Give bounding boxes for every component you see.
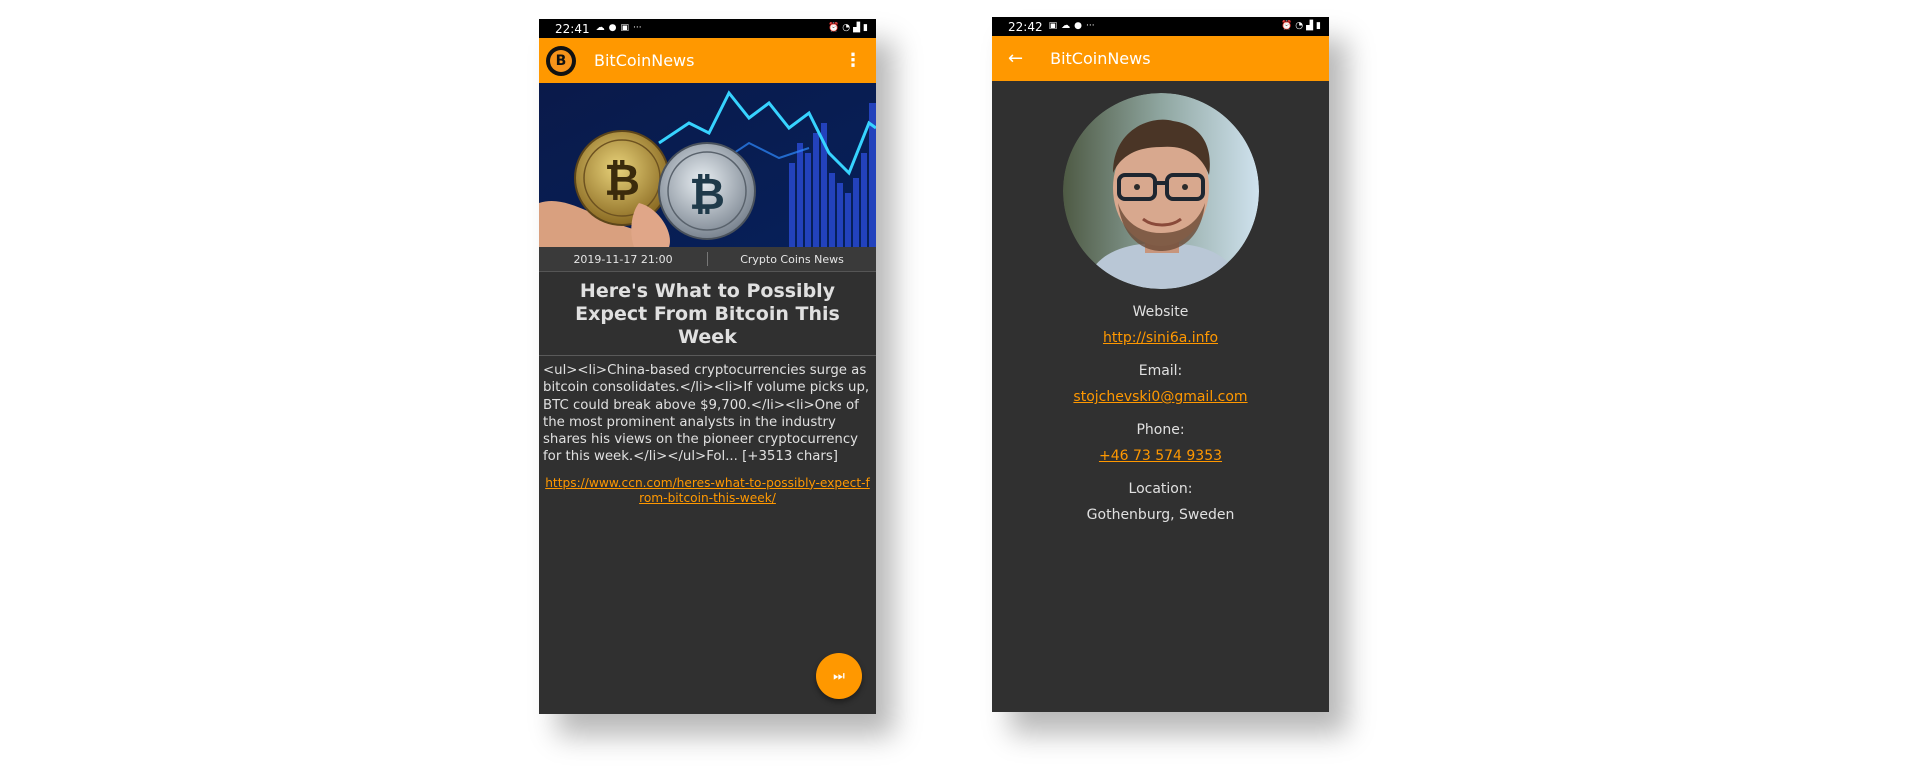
alarm-icon: ⏰ bbox=[828, 23, 840, 33]
alarm-icon: ⏰ bbox=[1281, 21, 1293, 31]
more-vert-icon[interactable]: ⋮ bbox=[844, 50, 862, 71]
status-time: 22:42 bbox=[1008, 19, 1043, 34]
logo-letter: B bbox=[550, 49, 572, 72]
app-title: BitCoinNews bbox=[594, 51, 695, 70]
signal-icon: ▟ bbox=[1306, 21, 1314, 31]
arrow-back-icon[interactable]: ← bbox=[1008, 48, 1023, 69]
app-bar: B BitCoinNews ⋮ bbox=[539, 38, 876, 83]
signal-icon: ▟ bbox=[853, 23, 861, 33]
wifi-icon: ◔ bbox=[1295, 21, 1304, 31]
more-notifications-icon: ··· bbox=[1085, 21, 1095, 31]
cloud-icon: ☁ bbox=[595, 23, 605, 33]
skip-next-button[interactable]: ⏭ bbox=[816, 653, 862, 699]
avatar-container bbox=[992, 93, 1329, 289]
image-icon: ▣ bbox=[1048, 21, 1058, 31]
cloud-icon: ☁ bbox=[1061, 21, 1071, 31]
phone-link[interactable]: +46 73 574 9353 bbox=[1099, 448, 1222, 464]
image-icon: ▣ bbox=[620, 23, 629, 33]
skip-next-icon: ⏭ bbox=[833, 668, 845, 684]
location-value: Gothenburg, Sweden bbox=[1086, 507, 1235, 523]
wifi-icon: ◔ bbox=[842, 23, 851, 33]
status-bar: 22:41 ☁ ● ▣ ··· ⏰ ◔ ▟ ▮ bbox=[539, 19, 876, 38]
more-notifications-icon: ··· bbox=[632, 23, 642, 33]
status-bar: 22:42 ▣ ☁ ● ··· ⏰ ◔ ▟ ▮ bbox=[992, 17, 1329, 36]
profile-info: Website http://sini6a.info Email: stojch… bbox=[992, 299, 1329, 528]
phone-about-screen: 22:42 ▣ ☁ ● ··· ⏰ ◔ ▟ ▮ ← BitCoinNews We… bbox=[992, 17, 1329, 712]
article-date: 2019-11-17 21:00 bbox=[573, 252, 673, 266]
phone-label: Phone: bbox=[1136, 422, 1185, 438]
article-meta: 2019-11-17 21:00 Crypto Coins News bbox=[539, 247, 876, 272]
system-icons: ⏰ ◔ ▟ ▮ bbox=[1281, 22, 1321, 31]
battery-icon: ▮ bbox=[1316, 21, 1321, 31]
article-title: Here's What to Possibly Expect From Bitc… bbox=[539, 272, 876, 356]
phone-article-screen: 22:41 ☁ ● ▣ ··· ⏰ ◔ ▟ ▮ B BitCoinNews ⋮ bbox=[539, 19, 876, 714]
messenger-icon: ● bbox=[608, 23, 617, 33]
email-label: Email: bbox=[1138, 363, 1183, 379]
battery-icon: ▮ bbox=[863, 23, 868, 33]
notification-icons: ☁ ● ▣ ··· bbox=[596, 24, 642, 33]
svg-text:₿: ₿ bbox=[604, 155, 640, 206]
email-link[interactable]: stojchevski0@gmail.com bbox=[1073, 389, 1247, 405]
article-description: <ul><li>China-based cryptocurrencies sur… bbox=[543, 363, 870, 465]
article-source: Crypto Coins News bbox=[740, 252, 844, 266]
notification-icons: ▣ ☁ ● ··· bbox=[1049, 22, 1095, 31]
status-time: 22:41 bbox=[555, 21, 590, 36]
app-bar: ← BitCoinNews bbox=[992, 36, 1329, 81]
article-image: ₿ ₿ bbox=[539, 83, 876, 247]
system-icons: ⏰ ◔ ▟ ▮ bbox=[828, 24, 868, 33]
svg-text:₿: ₿ bbox=[689, 169, 725, 220]
article-link[interactable]: https://www.ccn.com/heres-what-to-possib… bbox=[539, 466, 876, 506]
location-label: Location: bbox=[1128, 481, 1193, 497]
website-label: Website bbox=[1132, 304, 1189, 320]
website-link[interactable]: http://sini6a.info bbox=[1103, 330, 1218, 346]
bitcoin-logo-icon: B bbox=[546, 45, 576, 76]
avatar bbox=[1062, 93, 1259, 289]
messenger-icon: ● bbox=[1074, 21, 1082, 31]
app-title: BitCoinNews bbox=[1050, 49, 1151, 68]
